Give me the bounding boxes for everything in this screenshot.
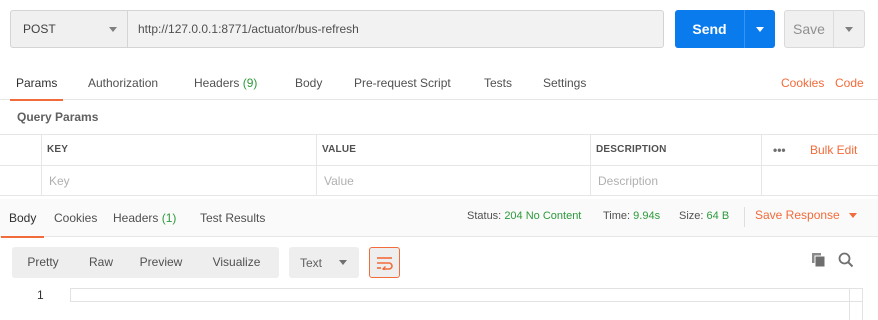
query-params-table: KEY VALUE DESCRIPTION ••• Bulk Edit Key … <box>0 134 878 196</box>
send-button-group: Send <box>675 10 775 48</box>
search-icon[interactable] <box>838 252 854 268</box>
status-label: Status: <box>467 210 502 222</box>
value-input[interactable]: Value <box>318 166 354 196</box>
status-value: 204 No Content <box>504 210 582 222</box>
editor-scrollbar[interactable] <box>849 288 863 320</box>
response-body-editor[interactable] <box>70 288 863 302</box>
tab-authorization[interactable]: Authorization <box>88 64 158 100</box>
time-label: Time: <box>603 210 631 222</box>
chevron-down-icon <box>845 26 853 32</box>
tab-response-cookies[interactable]: Cookies <box>54 199 97 237</box>
column-header-key: KEY <box>47 144 69 155</box>
tab-test-results[interactable]: Test Results <box>200 199 265 237</box>
tab-pre-request-script[interactable]: Pre-request Script <box>354 64 451 100</box>
save-button[interactable]: Save <box>785 11 833 47</box>
column-divider <box>316 135 317 196</box>
method-label: POST <box>23 22 56 36</box>
wrap-lines-icon <box>376 256 393 270</box>
description-input[interactable]: Description <box>592 166 658 196</box>
response-tabs: Body Cookies Headers (1) Test Results St… <box>0 199 878 238</box>
view-mode-group: Pretty Raw Preview Visualize <box>12 247 279 278</box>
save-options-button[interactable] <box>834 11 864 47</box>
column-header-value: VALUE <box>322 144 357 155</box>
copy-icon[interactable] <box>812 253 826 267</box>
column-header-description: DESCRIPTION <box>596 144 667 155</box>
method-select[interactable]: POST <box>10 10 127 48</box>
tab-tests[interactable]: Tests <box>484 64 512 100</box>
url-input[interactable]: http://127.0.0.1:8771/actuator/bus-refre… <box>127 10 664 48</box>
table-row: Key Value Description <box>0 166 878 197</box>
size-label: Size: <box>679 210 704 222</box>
table-header-row: KEY VALUE DESCRIPTION ••• Bulk Edit <box>0 135 878 166</box>
send-button[interactable]: Send <box>675 10 744 48</box>
column-divider <box>41 135 42 196</box>
request-bar: POST http://127.0.0.1:8771/actuator/bus-… <box>10 10 664 48</box>
tab-settings[interactable]: Settings <box>543 64 586 100</box>
tab-headers-label: Headers <box>194 76 240 90</box>
more-options-icon[interactable]: ••• <box>767 135 786 165</box>
chevron-down-icon <box>849 213 858 219</box>
view-mode-pretty[interactable]: Pretty <box>12 247 74 278</box>
key-input[interactable]: Key <box>43 166 70 196</box>
save-button-group: Save <box>784 10 865 48</box>
tab-response-headers-label: Headers <box>113 211 159 225</box>
wrap-lines-button[interactable] <box>369 247 400 278</box>
headers-count-badge: (9) <box>242 76 258 90</box>
query-params-title: Query Params <box>17 110 99 124</box>
save-response-button[interactable]: Save Response <box>755 199 858 237</box>
code-link[interactable]: Code <box>835 64 864 100</box>
url-value: http://127.0.0.1:8771/actuator/bus-refre… <box>138 22 359 36</box>
status-indicator[interactable]: Status: 204 No Content <box>467 199 581 237</box>
column-divider <box>761 135 762 196</box>
divider <box>744 207 745 227</box>
view-mode-preview[interactable]: Preview <box>128 247 194 278</box>
send-options-button[interactable] <box>745 10 775 48</box>
chevron-down-icon <box>756 26 764 32</box>
request-tabs: Params Authorization Headers (9) Body Pr… <box>0 64 878 101</box>
cookies-link[interactable]: Cookies <box>781 64 824 100</box>
tab-headers[interactable]: Headers (9) <box>194 64 257 100</box>
chevron-down-icon <box>109 26 117 32</box>
view-mode-raw[interactable]: Raw <box>74 247 128 278</box>
save-response-label: Save Response <box>755 208 840 222</box>
chevron-down-icon <box>339 260 347 265</box>
tab-params[interactable]: Params <box>9 64 64 101</box>
column-divider <box>590 135 591 196</box>
format-value: Text <box>300 255 323 270</box>
line-number: 1 <box>37 288 44 302</box>
tab-body[interactable]: Body <box>295 64 322 100</box>
bulk-edit-link[interactable]: Bulk Edit <box>804 135 857 165</box>
size-value: 64 B <box>706 210 730 222</box>
time-indicator[interactable]: Time: 9.94s <box>603 199 660 237</box>
tab-response-headers[interactable]: Headers (1) <box>113 199 176 237</box>
format-select[interactable]: Text <box>289 247 359 278</box>
view-mode-visualize[interactable]: Visualize <box>194 247 279 278</box>
size-indicator[interactable]: Size: 64 B <box>679 199 729 237</box>
time-value: 9.94s <box>633 210 661 222</box>
response-headers-count-badge: (1) <box>161 211 177 225</box>
tab-response-body[interactable]: Body <box>0 199 45 238</box>
